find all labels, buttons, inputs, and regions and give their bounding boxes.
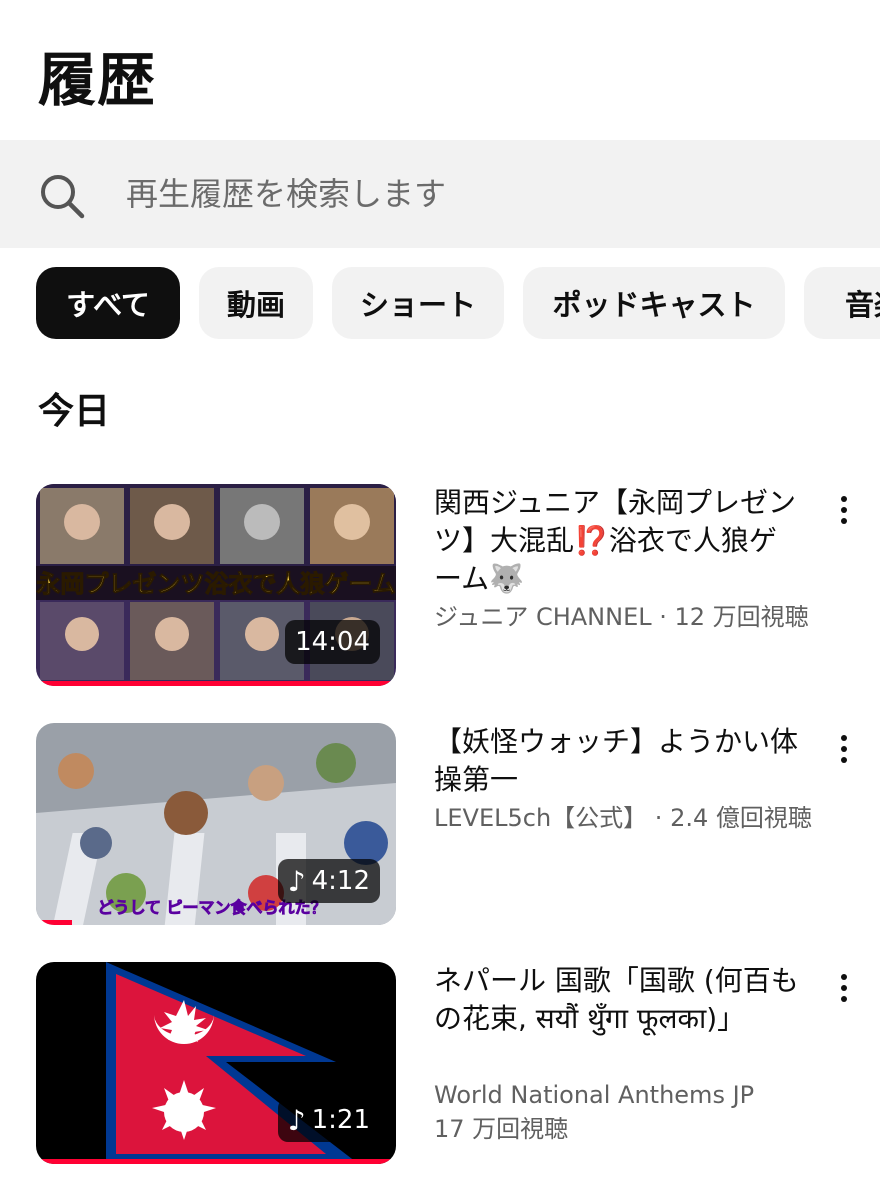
video-meta: ジュニア CHANNEL · 12 万回視聴 <box>434 603 809 631</box>
channel-name: LEVEL5ch【公式】 <box>434 804 648 832</box>
duration-badge: ♪ 1:21 <box>277 1098 380 1142</box>
filter-chips: すべて 動画 ショート ポッドキャスト 音楽 <box>0 267 880 339</box>
video-meta: World National Anthems JP 17 万回視聴 <box>434 1078 824 1146</box>
section-title-today: 今日 <box>38 391 111 432</box>
video-meta: LEVEL5ch【公式】 · 2.4 億回視聴 <box>434 804 812 832</box>
history-item[interactable]: どうして ピーマン食べられた？ ♪ 4:12 【妖怪ウォッチ】ようかい体操第一 … <box>0 723 880 933</box>
search-icon[interactable] <box>36 170 88 222</box>
watch-progress-bar <box>36 681 396 686</box>
thumbnail-banner-text: 永岡プレゼンツ浴衣で人狼ゲーム <box>36 570 395 598</box>
watch-progress-bar <box>36 1159 396 1164</box>
duration-text: 1:21 <box>311 1105 370 1135</box>
view-count: 17 万回視聴 <box>434 1115 569 1143</box>
chip-videos[interactable]: 動画 <box>199 267 313 339</box>
video-title[interactable]: ネパール 国歌「国歌 (何百もの花束, सयौं थुँगा फूलका)」 <box>434 962 802 1038</box>
duration-badge: ♪ 4:12 <box>277 859 380 903</box>
duration-text: 4:12 <box>311 866 370 896</box>
video-thumbnail[interactable]: 永岡プレゼンツ浴衣で人狼ゲーム 14:04 <box>36 484 396 686</box>
video-thumbnail[interactable]: ♪ 1:21 <box>36 962 396 1164</box>
video-title[interactable]: 関西ジュニア【永岡プレゼンツ】大混乱⁉️浴衣で人狼ゲーム🐺 <box>434 484 802 598</box>
page-title: 履歴 <box>38 46 157 114</box>
chip-shorts[interactable]: ショート <box>332 267 504 339</box>
video-title[interactable]: 【妖怪ウォッチ】ようかい体操第一 <box>434 723 802 799</box>
watch-progress-bar <box>36 920 72 925</box>
music-note-icon: ♪ <box>287 864 306 898</box>
duration-badge: 14:04 <box>285 620 380 664</box>
chip-music[interactable]: 音楽 <box>804 267 880 339</box>
more-vert-icon[interactable] <box>830 735 858 771</box>
music-note-icon: ♪ <box>287 1103 306 1137</box>
video-thumbnail[interactable]: どうして ピーマン食べられた？ ♪ 4:12 <box>36 723 396 925</box>
view-count: 2.4 億回視聴 <box>670 804 812 832</box>
duration-text: 14:04 <box>295 627 370 657</box>
more-vert-icon[interactable] <box>830 496 858 532</box>
search-input[interactable] <box>126 166 846 222</box>
history-item[interactable]: 永岡プレゼンツ浴衣で人狼ゲーム 14:04 関西ジュニア【永岡プレゼンツ】大混乱… <box>0 484 880 694</box>
view-count: 12 万回視聴 <box>674 603 809 631</box>
channel-name: World National Anthems JP <box>434 1081 755 1109</box>
interrobang-emoji: ⁉️ <box>574 524 609 557</box>
history-item[interactable]: ♪ 1:21 ネパール 国歌「国歌 (何百もの花束, सयौं थुँगा फू… <box>0 962 880 1172</box>
more-vert-icon[interactable] <box>830 974 858 1010</box>
search-bar[interactable] <box>0 140 880 248</box>
channel-name: ジュニア CHANNEL <box>434 603 652 631</box>
wolf-emoji: 🐺 <box>489 562 525 595</box>
chip-podcasts[interactable]: ポッドキャスト <box>523 267 785 339</box>
chip-all[interactable]: すべて <box>36 267 180 339</box>
